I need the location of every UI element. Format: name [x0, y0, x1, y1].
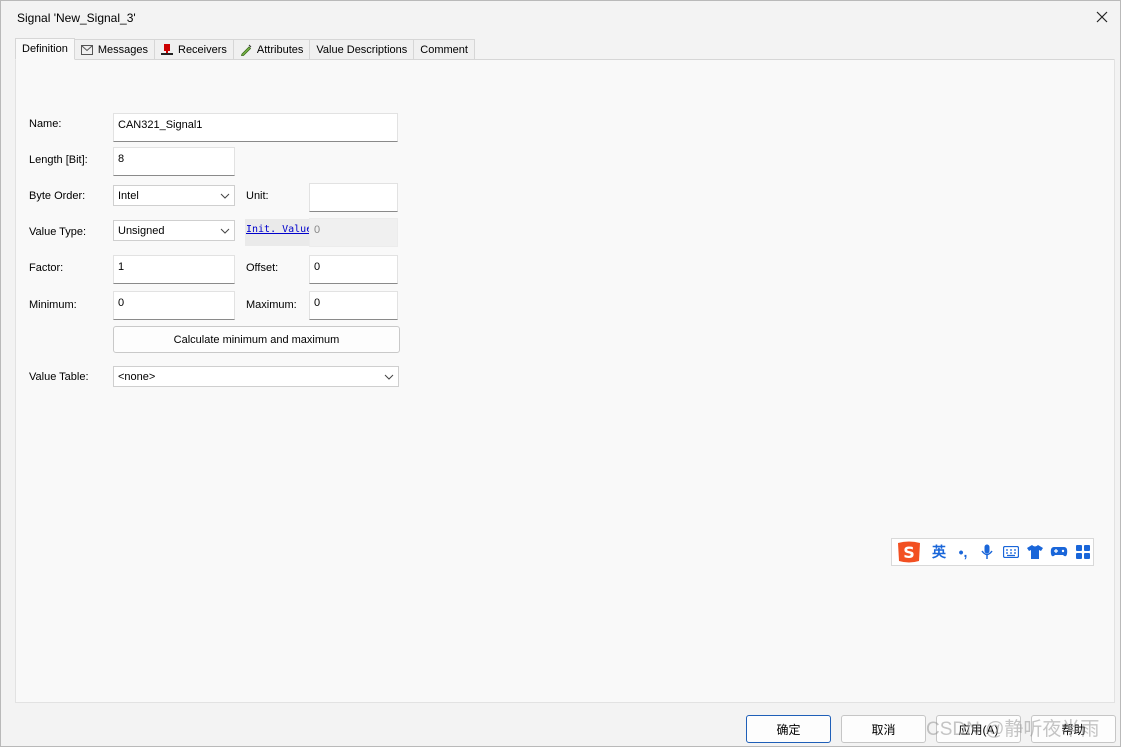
microphone-icon[interactable] — [978, 543, 996, 561]
minimum-input[interactable]: 0 — [113, 291, 235, 320]
maximum-label: Maximum: — [246, 299, 297, 311]
value-type-label: Value Type: — [29, 226, 87, 238]
tab-label: Definition — [22, 43, 68, 55]
keyboard-icon[interactable] — [1002, 543, 1020, 561]
ok-button[interactable]: 确定 — [746, 715, 831, 743]
value-table-label: Value Table: — [29, 371, 89, 383]
pencil-icon — [240, 44, 252, 56]
tab-label: Value Descriptions — [316, 43, 408, 56]
grid-icon[interactable] — [1074, 543, 1092, 561]
tab-strip: Definition Messages Receivers Attributes… — [15, 38, 475, 60]
tab-value-descriptions[interactable]: Value Descriptions — [310, 39, 415, 60]
chevron-down-icon — [220, 193, 230, 199]
close-button[interactable] — [1090, 5, 1114, 29]
byte-order-label: Byte Order: — [29, 190, 86, 202]
value-table-select[interactable]: <none> — [113, 366, 399, 387]
value-table-value: <none> — [118, 370, 156, 383]
offset-label: Offset: — [246, 262, 279, 274]
value-type-select[interactable]: Unsigned — [113, 220, 235, 241]
byte-order-value: Intel — [118, 189, 139, 202]
byte-order-select[interactable]: Intel — [113, 185, 235, 206]
sogou-logo-icon[interactable]: S — [894, 539, 924, 565]
tab-receivers[interactable]: Receivers — [155, 39, 234, 60]
calculate-min-max-button[interactable]: Calculate minimum and maximum — [113, 326, 400, 353]
init-value-input: 0 — [309, 218, 398, 247]
length-input[interactable]: 8 — [113, 147, 235, 176]
chevron-down-icon — [220, 228, 230, 234]
punctuation-toggle[interactable]: •, — [954, 543, 972, 561]
name-label: Name: — [29, 118, 62, 130]
unit-label: Unit: — [246, 190, 269, 202]
factor-input[interactable]: 1 — [113, 255, 235, 284]
unit-input[interactable] — [309, 183, 398, 212]
factor-label: Factor: — [29, 262, 64, 274]
receiver-icon — [161, 43, 173, 56]
maximum-input[interactable]: 0 — [309, 291, 398, 320]
length-label: Length [Bit]: — [29, 154, 88, 166]
tab-comment[interactable]: Comment — [414, 39, 475, 60]
signal-dialog: Signal 'New_Signal_3' Definition Message… — [0, 0, 1121, 747]
close-icon — [1096, 11, 1108, 23]
init-value-link[interactable]: Init. Value — [245, 219, 310, 246]
offset-input[interactable]: 0 — [309, 255, 398, 284]
shirt-icon[interactable] — [1026, 543, 1044, 561]
ime-toolbar: S 英 •, — [891, 538, 1094, 566]
tab-label: Messages — [97, 43, 148, 56]
minimum-label: Minimum: — [29, 299, 77, 311]
language-toggle[interactable]: 英 — [930, 543, 948, 561]
svg-text:S: S — [903, 543, 915, 562]
window-title: Signal 'New_Signal_3' — [17, 11, 136, 25]
gamepad-icon[interactable] — [1050, 543, 1068, 561]
value-type-value: Unsigned — [118, 224, 165, 237]
watermark: CSDN @静听夜半雨 — [926, 719, 1100, 740]
tab-definition[interactable]: Definition — [15, 38, 75, 60]
name-input[interactable]: CAN321_Signal1 — [113, 113, 398, 142]
envelope-icon — [80, 44, 93, 56]
tab-label: Comment — [420, 43, 468, 56]
title-bar: Signal 'New_Signal_3' — [1, 1, 1121, 33]
tab-label: Attributes — [256, 43, 304, 56]
tab-messages[interactable]: Messages — [74, 39, 155, 60]
panel-header-strip — [15, 59, 1115, 85]
tab-label: Receivers — [178, 43, 227, 56]
cancel-button[interactable]: 取消 — [841, 715, 926, 743]
tab-attributes[interactable]: Attributes — [233, 39, 311, 60]
chevron-down-icon — [384, 374, 394, 380]
